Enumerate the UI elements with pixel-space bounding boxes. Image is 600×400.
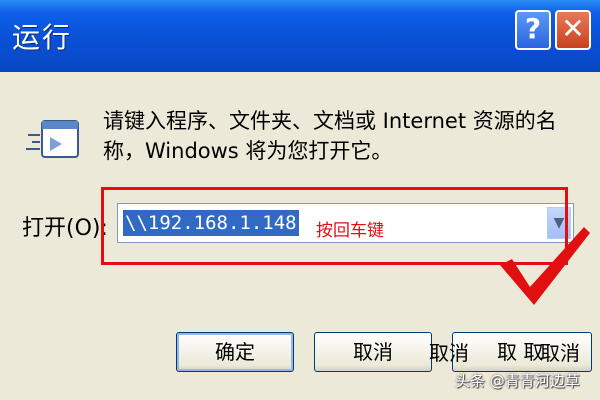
checkmark-icon <box>500 227 590 305</box>
open-label: 打开(O): <box>22 216 108 241</box>
ghost-text: 消 <box>560 341 580 365</box>
window-title: 运行 <box>12 21 73 54</box>
title-bar: 运行 ? ✕ <box>0 0 600 72</box>
run-icon <box>26 120 79 158</box>
ghost-text: 取 <box>540 341 560 365</box>
close-button[interactable]: ✕ <box>555 10 591 50</box>
ok-button[interactable]: 确定 <box>176 332 294 372</box>
ghost-text: 取消 <box>429 341 469 365</box>
annotation-text: 按回车键 <box>316 221 384 241</box>
cancel-button[interactable]: 取消 <box>314 332 432 372</box>
help-button[interactable]: ? <box>515 10 551 50</box>
watermark: 头条 @青青河边草 <box>455 372 580 390</box>
instruction-text: 请键入程序、文件夹、文档或 Internet 资源的名称，Windows 将为您… <box>103 109 557 163</box>
